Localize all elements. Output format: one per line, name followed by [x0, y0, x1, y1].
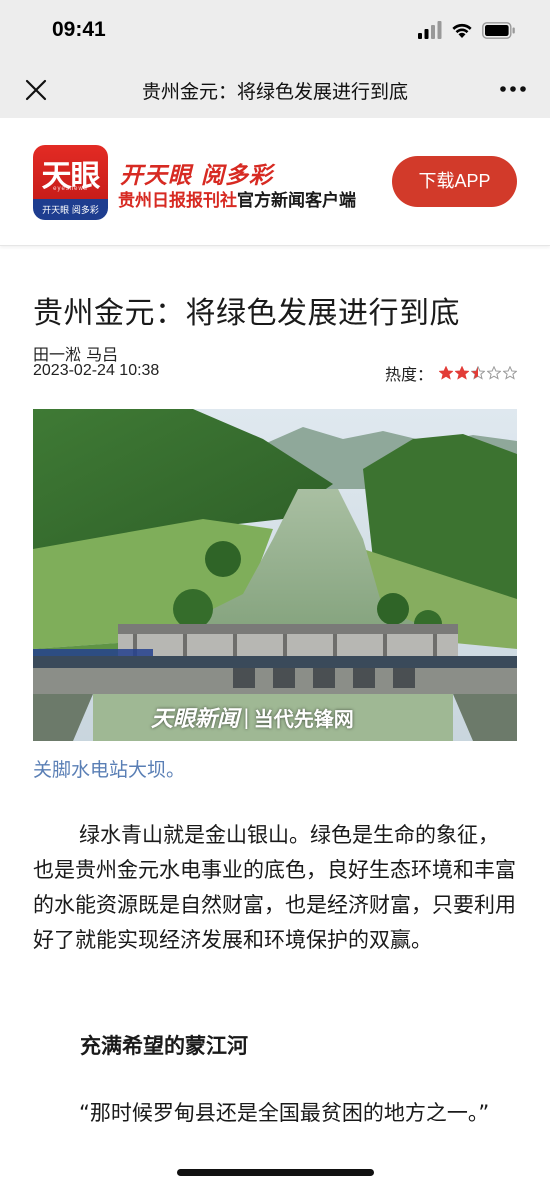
subline-description: 官方新闻客户端 — [237, 191, 356, 211]
article-photo: 天眼新闻 | 当代先锋网 — [33, 409, 517, 741]
heat-rating: 热度： — [385, 361, 517, 385]
status-time: 09:41 — [52, 18, 106, 41]
heat-label: 热度： — [384, 365, 433, 384]
download-app-button[interactable]: 下载APP — [392, 156, 517, 207]
wifi-icon — [452, 23, 472, 38]
watermark-divider: | — [243, 705, 250, 729]
dam-river-photo — [33, 409, 517, 741]
heat-star-icon — [471, 366, 485, 380]
heat-star-icon — [487, 366, 501, 380]
heat-star-icon — [455, 366, 469, 380]
heat-stars — [439, 366, 517, 380]
nav-title: 贵州金元：将绿色发展进行到底 — [141, 81, 408, 103]
app-slogan: 开天眼 阅多彩 — [120, 162, 274, 189]
article-subheading: 充满希望的蒙江河 — [80, 1034, 248, 1058]
nav-bar: 贵州金元：将绿色发展进行到底 — [0, 62, 550, 118]
app-logo: 天眼 eyesnews 开天眼 阅多彩 — [33, 145, 108, 220]
more-icon[interactable] — [498, 79, 528, 99]
photo-watermark: 天眼新闻 | 当代先锋网 — [151, 701, 354, 733]
heat-star-icon — [503, 366, 517, 380]
close-icon[interactable] — [24, 78, 48, 102]
watermark-red: 天眼新闻 — [151, 706, 240, 732]
battery-icon — [482, 21, 515, 39]
article-date: 2023-02-24 10:38 — [33, 362, 160, 379]
app-subline: 贵州日报报刊社官方新闻客户端 — [118, 186, 356, 211]
status-icons — [418, 21, 516, 39]
home-indicator — [177, 1169, 374, 1176]
app-download-banner: 天眼 eyesnews 开天眼 阅多彩 开天眼 阅多彩 贵州日报报刊社官方新闻客… — [0, 118, 550, 246]
heat-star-icon — [439, 366, 453, 380]
watermark-white: 当代先锋网 — [253, 706, 354, 731]
subline-publisher: 贵州日报报刊社 — [118, 191, 237, 211]
app-logo-subtext: eyesnews — [53, 186, 88, 192]
status-bar: 09:41 — [0, 0, 550, 62]
photo-caption: 关脚水电站大坝。 — [33, 759, 186, 781]
article-title: 贵州金元：将绿色发展进行到底 — [33, 296, 460, 331]
article-paragraph: “那时候罗甸县还是全国最贫困的地方之一。” — [79, 1101, 490, 1125]
app-logo-bottom-text: 开天眼 阅多彩 — [42, 206, 99, 216]
article-paragraph: 绿水青山就是金山银山。绿色是生命的象征，也是贵州金元水电事业的底色，良好生态环境… — [33, 823, 516, 952]
cellular-signal-icon — [418, 21, 442, 39]
